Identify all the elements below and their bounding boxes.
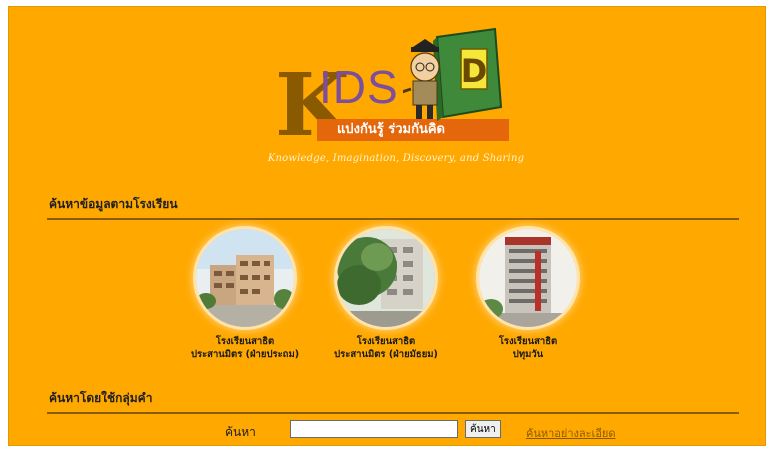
svg-text:D: D [461, 52, 488, 90]
search-label: ค้นหา [225, 425, 256, 439]
school-name-line2: ประสานมิตร (ฝ่ายประถม) [190, 349, 300, 360]
school-link-prasarnmit-secondary[interactable]: โรงเรียนสาธิต ประสานมิตร (ฝ่ายมัธยม) [311, 229, 461, 361]
logo-subtitle: Knowledge, Imagination, Discovery, and S… [267, 153, 525, 164]
school-name-line2: ปทุมวัน [512, 349, 544, 360]
page-frame: K IDS แบ่งกันรู้ ร่วมกันคิด D Knowledge,… [8, 6, 766, 446]
divider [47, 412, 739, 414]
school-link-pathumwan[interactable]: โรงเรียนสาธิต ปทุมวัน [453, 229, 603, 361]
advanced-search-link[interactable]: ค้นหาอย่างละเอียด [526, 424, 616, 442]
school-photo [337, 229, 435, 327]
divider [47, 218, 739, 220]
school-search-title: ค้นหาข้อมูลตามโรงเรียน [49, 197, 178, 211]
search-button[interactable]: ค้นหา [465, 420, 501, 438]
school-link-prasarnmit-primary[interactable]: โรงเรียนสาธิต ประสานมิตร (ฝ่ายประถม) [170, 229, 320, 361]
keyword-search-title: ค้นหาโดยใช้กลุ่มคำ [49, 391, 153, 405]
kids-logo: K IDS แบ่งกันรู้ ร่วมกันคิด D Knowledge,… [268, 19, 529, 169]
school-photo [196, 229, 294, 327]
school-name-line1: โรงเรียนสาธิต [215, 336, 275, 347]
logo-text: IDS [319, 61, 399, 113]
school-name-line2: ประสานมิตร (ฝ่ายมัธยม) [334, 349, 438, 360]
school-name-line1: โรงเรียนสาธิต [498, 336, 558, 347]
search-form: ค้นหา ค้นหา ค้นหาอย่างละเอียด [9, 420, 765, 442]
search-input[interactable] [290, 420, 458, 438]
book-mascot-icon: D [403, 27, 503, 121]
school-name-line1: โรงเรียนสาธิต [356, 336, 416, 347]
school-photo [479, 229, 577, 327]
